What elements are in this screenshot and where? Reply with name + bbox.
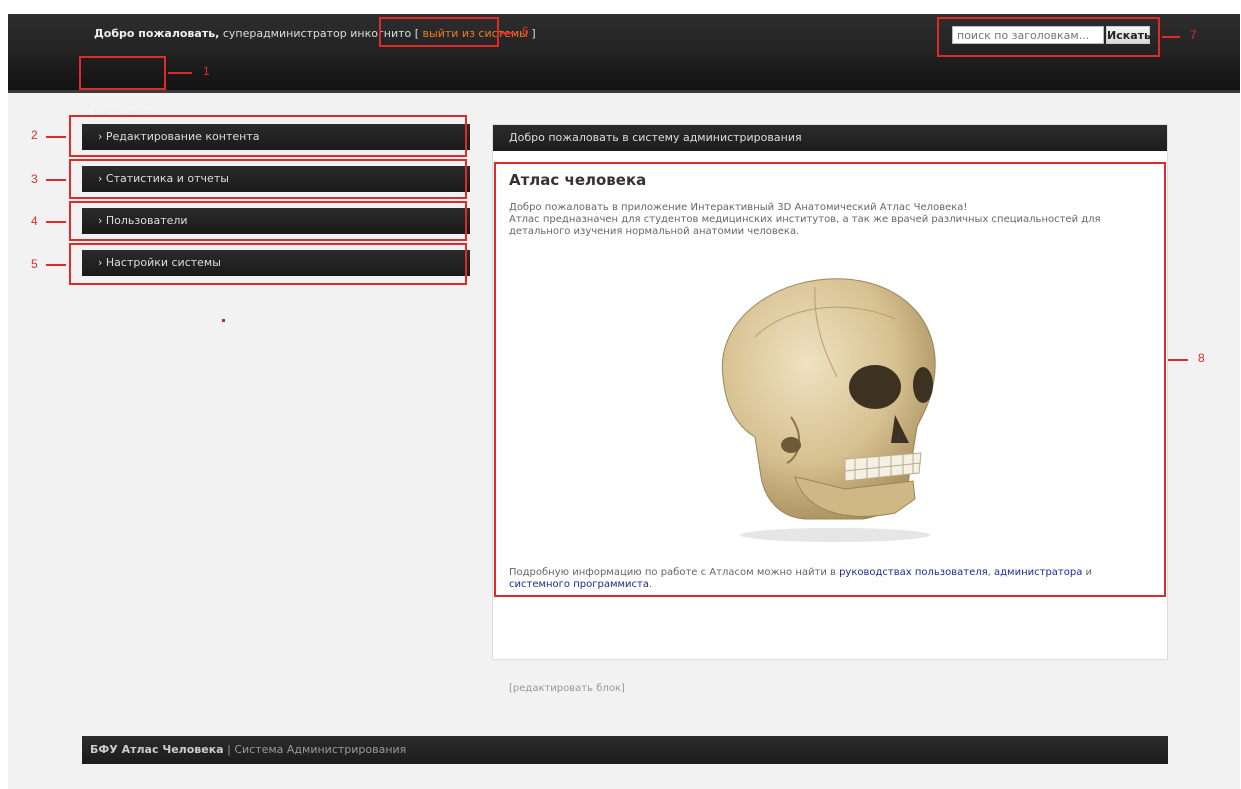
edit-block-link[interactable]: [редактировать блок] — [509, 683, 625, 694]
annotation-number-6: 6 — [522, 24, 529, 38]
annotation-box-5 — [69, 243, 467, 285]
annotation-box-3 — [69, 159, 467, 199]
annotation-box-7 — [937, 17, 1160, 57]
annotation-line-8 — [1168, 359, 1188, 361]
annotation-number-4: 4 — [31, 214, 38, 228]
annotation-number-8: 8 — [1198, 351, 1205, 365]
annotation-number-7: 7 — [1190, 28, 1197, 42]
annotation-line-2 — [46, 136, 66, 138]
nav-bar: На главную — [8, 56, 1240, 119]
annotation-number-1: 1 — [203, 64, 210, 78]
annotation-box-2 — [69, 115, 467, 157]
footer-subtitle: Система Администрирования — [234, 743, 407, 756]
annotation-line-4 — [46, 221, 66, 223]
annotation-line-7 — [1162, 36, 1180, 38]
footer-brand: БФУ Атлас Человека — [90, 743, 224, 756]
red-dot — [222, 319, 225, 322]
annotation-box-1 — [79, 56, 166, 90]
annotation-line-3 — [46, 179, 66, 181]
annotation-box-8 — [494, 162, 1166, 597]
annotation-number-3: 3 — [31, 172, 38, 186]
panel-title: Добро пожаловать в систему администриров… — [493, 125, 1167, 151]
annotation-line-6 — [501, 32, 515, 34]
annotation-box-6 — [379, 17, 499, 47]
footer-separator: | — [223, 743, 235, 756]
annotation-box-4 — [69, 201, 467, 241]
welcome-bold: Добро пожаловать, — [94, 27, 220, 40]
annotation-line-1 — [168, 72, 192, 74]
annotation-number-2: 2 — [31, 128, 38, 142]
footer-bar: БФУ Атлас Человека | Система Администрир… — [82, 736, 1168, 764]
annotation-number-5: 5 — [31, 257, 38, 271]
annotation-line-5 — [46, 264, 66, 266]
